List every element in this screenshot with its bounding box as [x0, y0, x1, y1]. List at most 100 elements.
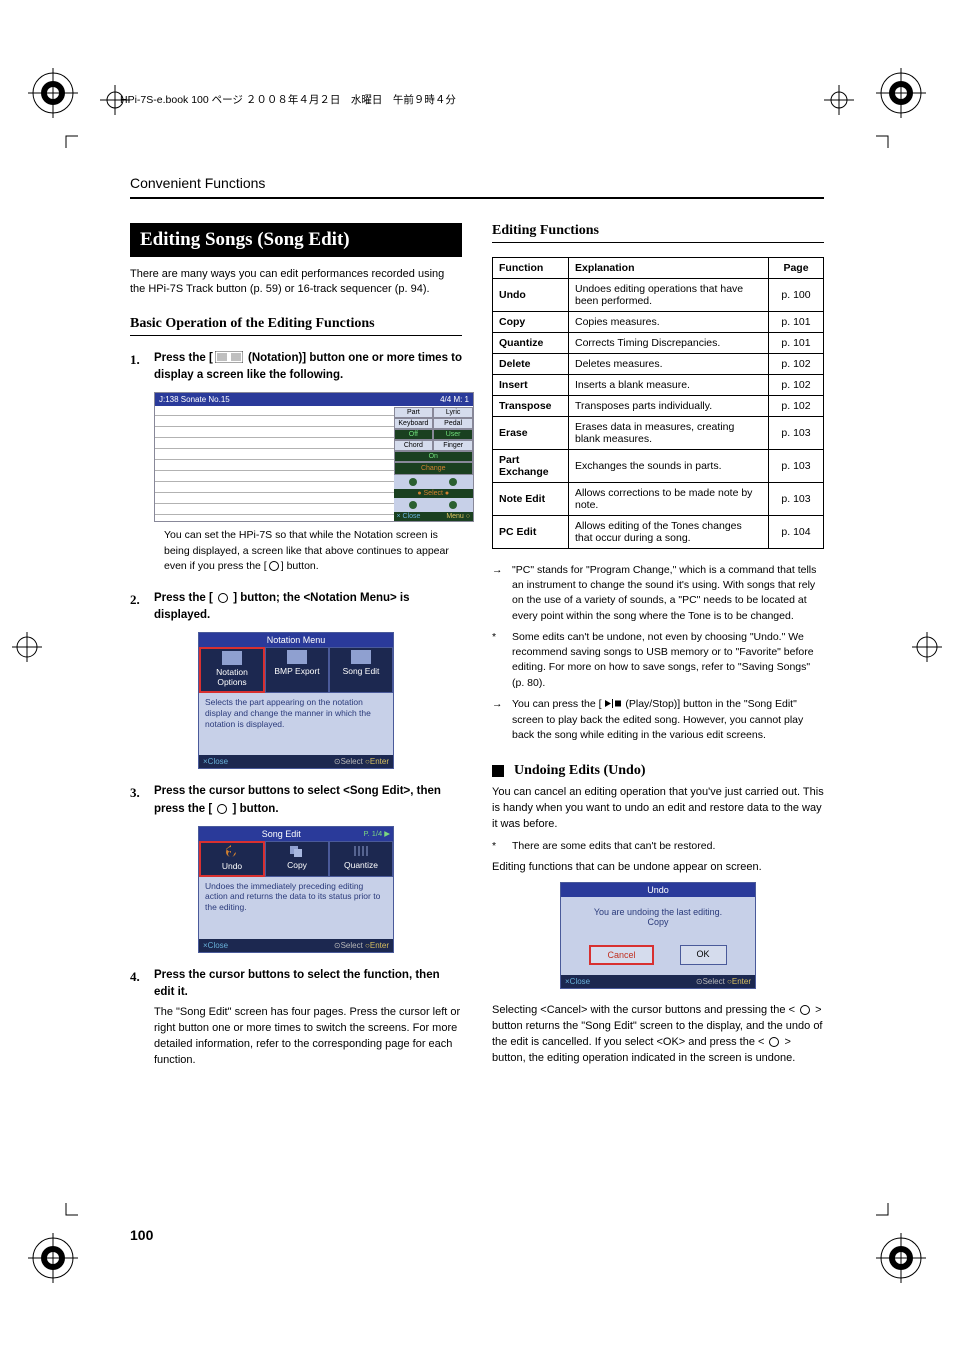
- cell-page: p. 103: [769, 450, 824, 483]
- table-row: QuantizeCorrects Timing Discrepancies.p.…: [493, 333, 824, 354]
- print-target-bl-icon: [28, 1233, 78, 1283]
- undo-paragraph-1: You can cancel an editing operation that…: [492, 785, 824, 833]
- crop-mark-tl-icon: [54, 124, 78, 148]
- tab-song-edit: Song Edit: [329, 647, 393, 693]
- print-job-header: HPi-7S-e.book 100 ページ ２００８年４月２日 水曜日 午前９時…: [120, 92, 456, 107]
- table-row: EraseErases data in measures, creating b…: [493, 417, 824, 450]
- page-number: 100: [130, 1227, 153, 1243]
- th-explanation: Explanation: [569, 258, 769, 279]
- side-dot-icon: [409, 501, 417, 509]
- step-3: 3. Press the cursor buttons to select <S…: [130, 783, 462, 818]
- step-1: 1. Press the [ (Notation)] button one or…: [130, 350, 462, 385]
- intro-text: There are many ways you can edit perform…: [130, 267, 462, 298]
- print-target-br-icon: [876, 1233, 926, 1283]
- print-target-tl-icon: [28, 68, 78, 118]
- tab-notation-options: Notation Options: [199, 647, 265, 693]
- running-head: Convenient Functions: [130, 175, 824, 191]
- shot2-title: Notation Menu: [199, 633, 393, 647]
- side-user-value: User: [433, 429, 473, 440]
- shot3-select: ⊙Select: [334, 941, 363, 950]
- registration-mark-left-icon: [12, 632, 42, 662]
- cell-explanation: Copies measures.: [569, 312, 769, 333]
- table-row: UndoUndoes editing operations that have …: [493, 279, 824, 312]
- caption-4: The "Song Edit" screen has four pages. P…: [154, 1005, 462, 1069]
- ok-button: OK: [680, 945, 727, 965]
- cell-explanation: Exchanges the sounds in parts.: [569, 450, 769, 483]
- screenshot-notation-screen: J:138 Sonate No.154/4 M: 1 PartLyric Key…: [154, 392, 474, 522]
- heading-undoing-edits: Undoing Edits (Undo): [492, 763, 824, 779]
- crop-mark-tr-icon: [876, 124, 900, 148]
- step-3-text-post: ] button.: [229, 803, 278, 815]
- th-function: Function: [493, 258, 569, 279]
- shot4-target: Copy: [567, 917, 749, 927]
- side-dot-icon: [449, 478, 457, 486]
- cell-explanation: Erases data in measures, creating blank …: [569, 417, 769, 450]
- heading-basic-operation: Basic Operation of the Editing Functions: [130, 316, 462, 336]
- step-number: 4.: [130, 967, 146, 1075]
- cell-explanation: Allows editing of the Tones changes that…: [569, 516, 769, 549]
- note-pc: →"PC" stands for "Program Change," which…: [492, 563, 824, 624]
- head-rule: [130, 197, 824, 199]
- table-row: Note EditAllows corrections to be made n…: [493, 483, 824, 516]
- tab-copy: Copy: [265, 841, 329, 877]
- editing-functions-table: Function Explanation Page UndoUndoes edi…: [492, 257, 824, 549]
- step-2: 2. Press the [ ] button; the <Notation M…: [130, 590, 462, 625]
- caption-1: You can set the HPi-7S so that while the…: [164, 528, 462, 574]
- step-3-text-pre: Press the cursor buttons to select <Song…: [154, 785, 441, 814]
- cell-explanation: Transposes parts individually.: [569, 396, 769, 417]
- side-off-value: Off: [394, 429, 434, 440]
- circle-button-icon: [217, 804, 227, 814]
- side-change-label: Change: [394, 462, 474, 475]
- shot3-close: ×Close: [203, 941, 228, 950]
- registration-mark-right-icon: [912, 632, 942, 662]
- cell-page: p. 102: [769, 354, 824, 375]
- shot2-enter: ○Enter: [365, 757, 389, 766]
- cell-explanation: Inserts a blank measure.: [569, 375, 769, 396]
- note-play-stop: →You can press the [ (Play/Stop)] button…: [492, 697, 824, 744]
- step-4: 4. Press the cursor buttons to select th…: [130, 967, 462, 1075]
- circle-button-icon: [269, 561, 279, 571]
- shot4-enter: ○Enter: [727, 977, 751, 986]
- shot1-title-right: 4/4 M: 1: [440, 395, 469, 404]
- tab-bmp-export: BMP Export: [265, 647, 329, 693]
- shot4-title: Undo: [561, 883, 755, 897]
- shot4-close: ×Close: [565, 977, 590, 986]
- cell-function: Undo: [493, 279, 569, 312]
- shot3-help: Undoes the immediately preceding editing…: [199, 877, 393, 939]
- step-4-text: Press the cursor buttons to select the f…: [154, 969, 440, 998]
- note-undo-limit: *Some edits can't be undone, not even by…: [492, 630, 824, 691]
- circle-button-icon: [218, 593, 228, 603]
- side-finger-label: Finger: [433, 440, 473, 451]
- screenshot-song-edit: Song EditP. 1/4 ▶ Undo Copy Quantize Und…: [198, 826, 394, 953]
- cell-page: p. 101: [769, 312, 824, 333]
- cell-explanation: Corrects Timing Discrepancies.: [569, 333, 769, 354]
- table-row: CopyCopies measures.p. 101: [493, 312, 824, 333]
- cell-function: Quantize: [493, 333, 569, 354]
- shot3-page-indicator: P. 1/4 ▶: [364, 829, 393, 838]
- th-page: Page: [769, 258, 824, 279]
- square-bullet-icon: [492, 765, 504, 777]
- shot4-message: You are undoing the last editing.: [567, 907, 749, 917]
- crop-mark-bl-icon: [54, 1203, 78, 1227]
- cell-function: Erase: [493, 417, 569, 450]
- side-dot-icon: [409, 478, 417, 486]
- circle-button-icon: [769, 1037, 779, 1047]
- shot3-title: Song Edit: [262, 829, 301, 839]
- side-select-label: ● Select ●: [394, 489, 474, 498]
- table-row: DeleteDeletes measures.p. 102: [493, 354, 824, 375]
- shot1-staff-area: [155, 407, 394, 521]
- table-row: PC EditAllows editing of the Tones chang…: [493, 516, 824, 549]
- step-number: 1.: [130, 350, 146, 385]
- step-1-text-pre: Press the [: [154, 352, 213, 364]
- side-dot-icon: [449, 501, 457, 509]
- shot2-help: Selects the part appearing on the notati…: [199, 693, 393, 755]
- cell-function: Copy: [493, 312, 569, 333]
- cell-page: p. 101: [769, 333, 824, 354]
- section-title: Editing Songs (Song Edit): [130, 223, 462, 257]
- heading-editing-functions: Editing Functions: [492, 223, 824, 243]
- cell-explanation: Deletes measures.: [569, 354, 769, 375]
- table-row: InsertInserts a blank measure.p. 102: [493, 375, 824, 396]
- undo-note: *There are some edits that can't be rest…: [492, 839, 824, 854]
- side-menu-label: Menu ○: [446, 513, 470, 520]
- registration-mark-top-right-icon: [824, 85, 854, 115]
